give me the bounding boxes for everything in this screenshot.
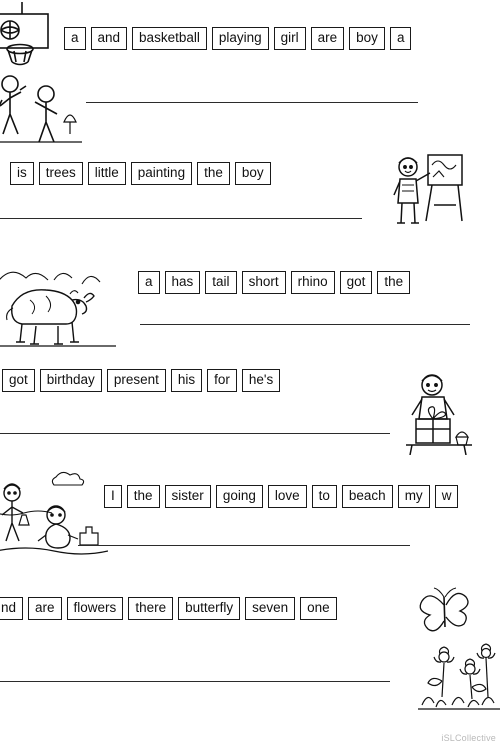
word-chip[interactable]: painting xyxy=(130,162,193,185)
word-chip[interactable]: trees xyxy=(38,162,83,185)
answer-line-5[interactable] xyxy=(78,545,410,546)
word-chip[interactable]: got xyxy=(339,271,373,294)
word-chip[interactable]: the xyxy=(126,485,160,508)
word-chip[interactable]: nd xyxy=(0,597,24,620)
word-bank-6: nd are flowers there butterfly seven one xyxy=(0,597,342,620)
exercise-row-5: Ithe sister going love to beach my w xyxy=(0,463,500,573)
answer-line-2[interactable] xyxy=(0,218,362,219)
worksheet-page: aandbasketballplayinggirlareboya xyxy=(0,0,500,745)
word-chip[interactable]: has xyxy=(164,271,201,294)
word-chip[interactable]: present xyxy=(106,369,166,392)
clipart-basketball-hoop-children-playing xyxy=(0,2,82,144)
word-chip[interactable]: the xyxy=(197,162,230,185)
watermark-label: iSLCollective xyxy=(441,733,496,743)
exercise-row-3: a has tail short rhino got the xyxy=(0,248,500,353)
exercise-row-6: nd are flowers there butterfly seven one xyxy=(0,573,500,738)
exercise-row-2: is trees little painting the boy xyxy=(0,148,500,248)
word-chip[interactable]: there xyxy=(128,597,174,620)
word-chip[interactable]: are xyxy=(28,597,62,620)
answer-line-6[interactable] xyxy=(0,681,390,682)
clipart-butterfly-over-flowers xyxy=(418,583,500,713)
word-chip[interactable]: going xyxy=(215,485,263,508)
word-chip[interactable]: love xyxy=(267,485,307,508)
word-chip[interactable]: w xyxy=(434,485,459,508)
word-bank-1: a and basketball playing girl are boy a xyxy=(64,27,416,50)
word-bank-2: is trees little painting the boy xyxy=(10,162,276,185)
word-chip[interactable]: to xyxy=(311,485,337,508)
word-chip[interactable]: tail xyxy=(205,271,237,294)
word-chip[interactable]: his xyxy=(170,369,203,392)
word-chip[interactable]: flowers xyxy=(66,597,124,620)
word-chip[interactable]: basketball xyxy=(132,27,207,50)
word-chip[interactable]: girl xyxy=(273,27,306,50)
word-chip[interactable]: playing xyxy=(211,27,269,50)
answer-line-3[interactable] xyxy=(140,324,470,325)
exercise-row-1: a and basketball playing girl are boy a xyxy=(0,0,500,145)
word-chip[interactable]: are xyxy=(310,27,345,50)
answer-line-1[interactable] xyxy=(86,102,418,103)
word-chip[interactable]: got xyxy=(2,369,35,392)
word-chip[interactable]: boy xyxy=(349,27,385,50)
word-chip[interactable]: sister xyxy=(164,485,211,508)
clipart-rhinoceros-in-landscape xyxy=(0,250,116,348)
clipart-children-playing-on-beach xyxy=(0,467,108,567)
word-chip[interactable]: boy xyxy=(234,162,271,185)
word-chip[interactable]: beach xyxy=(341,485,393,508)
word-chip[interactable]: I xyxy=(104,485,122,508)
word-chip[interactable]: a xyxy=(138,271,160,294)
word-chip[interactable]: and xyxy=(90,27,128,50)
word-chip[interactable]: is xyxy=(10,162,34,185)
word-chip[interactable]: a xyxy=(64,27,86,50)
word-chip[interactable]: short xyxy=(241,271,286,294)
word-chip[interactable]: seven xyxy=(245,597,296,620)
word-chip[interactable]: birthday xyxy=(39,369,102,392)
word-chip[interactable]: rhino xyxy=(290,271,335,294)
exercise-row-4: got birthday present his for he's xyxy=(0,355,500,463)
word-chip[interactable]: the xyxy=(377,271,411,294)
word-chip[interactable]: for xyxy=(207,369,237,392)
clipart-boy-painting-at-easel xyxy=(392,151,472,229)
word-chip[interactable]: my xyxy=(397,485,430,508)
word-chip[interactable]: one xyxy=(300,597,337,620)
word-chip[interactable]: little xyxy=(87,162,126,185)
word-bank-5: Ithe sister going love to beach my w xyxy=(104,485,463,508)
word-chip[interactable]: butterfly xyxy=(178,597,241,620)
word-bank-3: a has tail short rhino got the xyxy=(138,271,415,294)
word-chip[interactable]: a xyxy=(389,27,412,50)
word-chip[interactable]: he's xyxy=(241,369,281,392)
clipart-child-with-birthday-present xyxy=(402,369,482,455)
answer-line-4[interactable] xyxy=(0,433,390,434)
word-bank-4: got birthday present his for he's xyxy=(2,369,285,392)
